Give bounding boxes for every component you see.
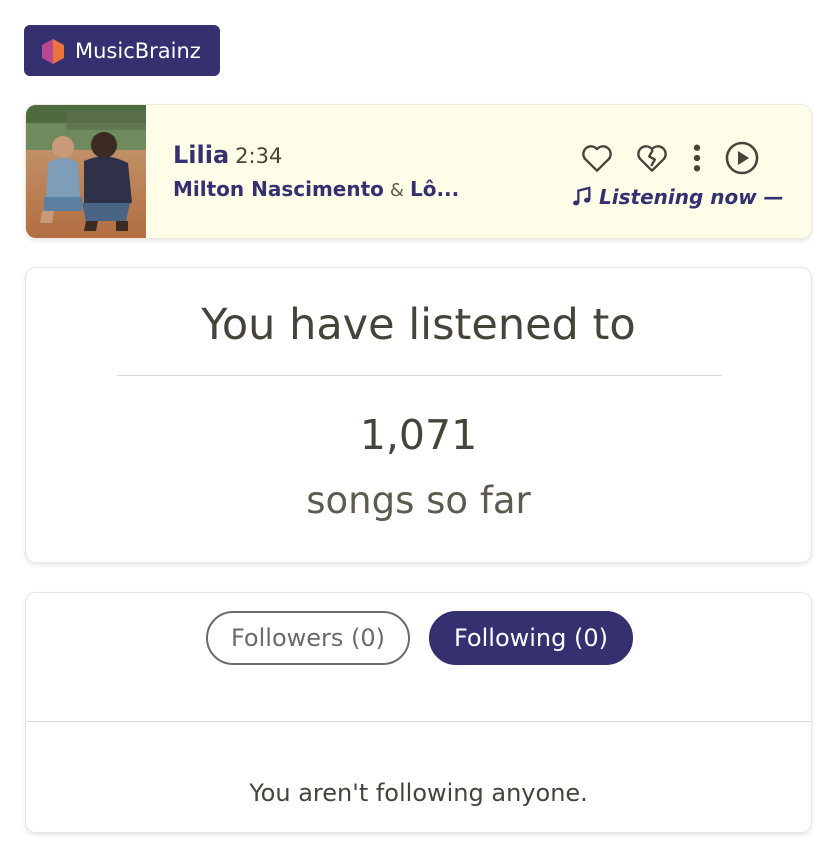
listen-count: 1,071 xyxy=(359,411,478,459)
album-cover[interactable] xyxy=(26,105,146,238)
album-cover-image xyxy=(26,105,146,238)
love-icon[interactable] xyxy=(578,139,616,177)
track-artists: Milton Nascimento & Lô... xyxy=(173,177,459,201)
stats-heading: You have listened to xyxy=(201,300,636,350)
track-title-text[interactable]: Lilia xyxy=(173,141,229,169)
listening-now-status: Listening now — xyxy=(571,185,784,209)
music-note-icon xyxy=(573,186,591,206)
musicbrainz-logo-icon xyxy=(42,38,64,64)
stats-divider xyxy=(117,375,722,376)
follow-card: Followers (0) Following (0) You aren't f… xyxy=(25,592,812,833)
empty-following-message: You aren't following anyone. xyxy=(249,779,588,807)
artist-link[interactable]: Milton Nascimento xyxy=(173,177,384,201)
artist-link[interactable]: Lô... xyxy=(410,177,459,201)
play-icon[interactable] xyxy=(723,139,761,177)
listen-count-card: You have listened to 1,071 songs so far xyxy=(25,267,812,563)
listen-card: Lilia 2:34 Milton Nascimento & Lô... Listen… xyxy=(25,104,812,239)
artist-joiner: & xyxy=(389,180,404,201)
listening-now-text: Listening now — xyxy=(599,185,784,209)
track-duration: 2:34 xyxy=(235,144,283,168)
follow-tabs: Followers (0) Following (0) xyxy=(206,611,633,665)
tab-following[interactable]: Following (0) xyxy=(429,611,633,665)
hate-icon[interactable] xyxy=(633,139,671,177)
tab-followers[interactable]: Followers (0) xyxy=(206,611,410,665)
track-title[interactable]: Lilia 2:34 xyxy=(173,141,282,169)
musicbrainz-label: MusicBrainz xyxy=(75,38,201,63)
more-options-icon[interactable] xyxy=(687,139,707,177)
listen-count-unit: songs so far xyxy=(306,479,531,522)
listen-actions xyxy=(578,139,761,177)
follow-divider xyxy=(26,721,811,722)
musicbrainz-button[interactable]: MusicBrainz xyxy=(24,25,220,76)
